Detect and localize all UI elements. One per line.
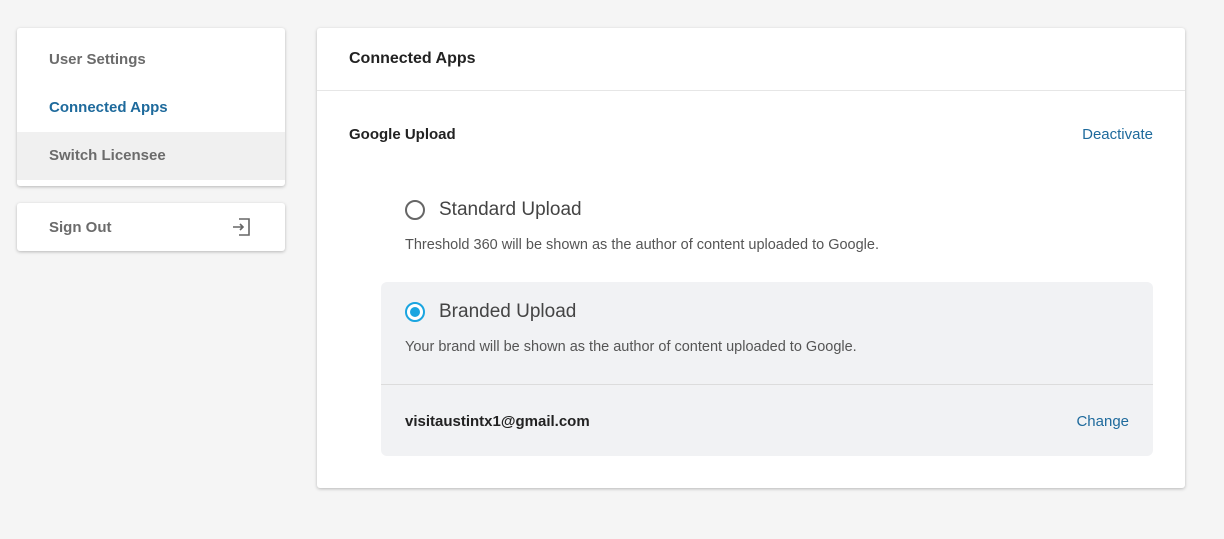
branded-upload-description: Your brand will be shown as the author o…: [405, 339, 857, 355]
standard-upload-option[interactable]: Standard Upload Threshold 360 will be sh…: [381, 191, 1153, 291]
standard-upload-radio[interactable]: [405, 200, 425, 220]
account-email: visitaustintx1@gmail.com: [405, 412, 590, 430]
standard-upload-title: Standard Upload: [439, 199, 582, 220]
branded-upload-option[interactable]: Branded Upload Your brand will be shown …: [381, 282, 1153, 456]
sidebar-item-switch-licensee[interactable]: Switch Licensee: [17, 132, 285, 180]
branded-upload-title: Branded Upload: [439, 301, 577, 322]
standard-upload-description: Threshold 360 will be shown as the autho…: [405, 237, 879, 253]
sign-out-button[interactable]: Sign Out: [17, 203, 285, 251]
change-account-link[interactable]: Change: [1076, 413, 1129, 430]
branded-account-row: visitaustintx1@gmail.com Change: [381, 385, 1153, 457]
sign-out-icon: [231, 217, 251, 237]
app-name: Google Upload: [349, 126, 456, 143]
deactivate-link[interactable]: Deactivate: [1082, 126, 1153, 143]
app-row: Google Upload Deactivate: [349, 126, 1153, 143]
connected-apps-panel: Connected Apps Google Upload Deactivate …: [317, 28, 1185, 488]
page-title: Connected Apps: [317, 28, 1185, 91]
sidebar-item-user-settings[interactable]: User Settings: [17, 36, 285, 84]
sidebar-item-connected-apps[interactable]: Connected Apps: [17, 84, 285, 132]
sidebar-nav: User Settings Connected Apps Switch Lice…: [17, 28, 285, 186]
sign-out-label: Sign Out: [49, 218, 112, 236]
branded-upload-radio[interactable]: [405, 302, 425, 322]
